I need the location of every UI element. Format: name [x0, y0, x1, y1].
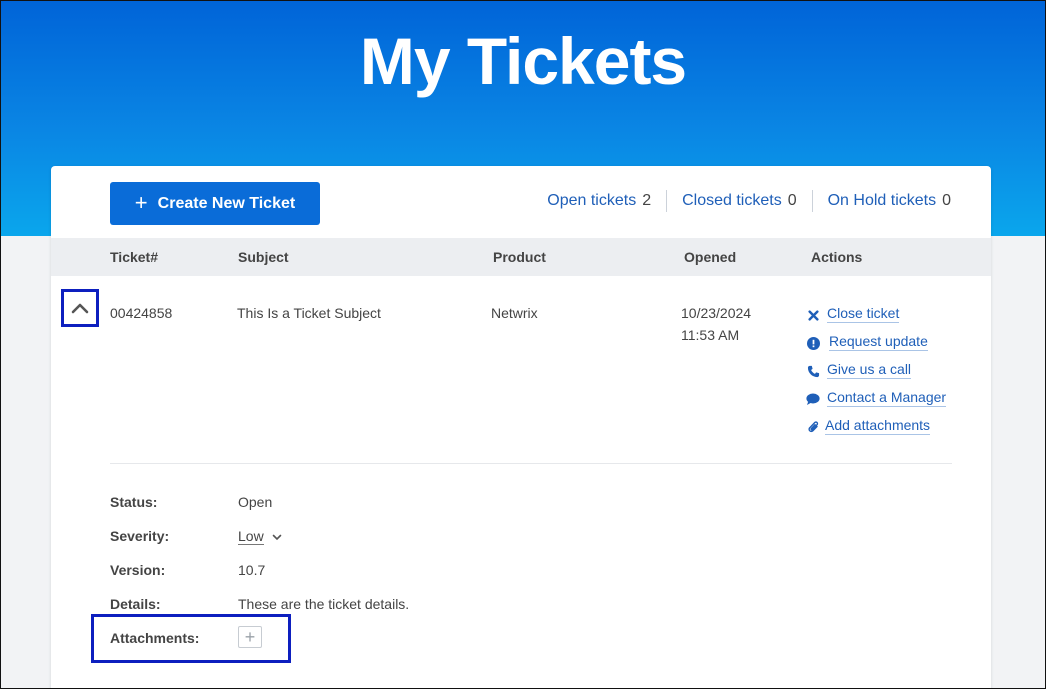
filter-divider: [811, 190, 813, 212]
ticket-actions: Close ticket Request update Give us a ca…: [806, 305, 947, 445]
filter-closed-tickets[interactable]: Closed tickets 0: [682, 192, 797, 210]
create-new-ticket-button[interactable]: + Create New Ticket: [110, 182, 320, 225]
on-hold-tickets-count: 0: [942, 192, 951, 209]
ticket-number: 00424858: [110, 305, 173, 321]
column-header-ticket: Ticket#: [110, 249, 158, 265]
details-value: These are the ticket details.: [238, 596, 410, 612]
alert-circle-icon: [806, 335, 820, 351]
column-header-subject: Subject: [238, 249, 289, 265]
phone-icon: [806, 363, 820, 379]
chevron-up-icon: [71, 303, 89, 314]
column-header-actions: Actions: [811, 249, 863, 265]
attachments-label: Attachments:: [110, 630, 200, 646]
details-divider: [110, 463, 952, 464]
ticket-opened-date: 10/23/2024: [681, 305, 752, 321]
ticket-product: Netwrix: [491, 305, 538, 321]
ticket-opened-time: 11:53 AM: [681, 327, 740, 343]
plus-icon: +: [244, 626, 256, 647]
close-ticket-link[interactable]: Close ticket: [806, 305, 946, 333]
chevron-down-icon: [272, 534, 281, 541]
ticket-filters: Open tickets 2 Closed tickets 0 On Hold ti…: [547, 190, 951, 212]
request-update-link[interactable]: Request update: [806, 333, 946, 361]
add-attachments-link[interactable]: Add attachments: [806, 417, 946, 445]
table-header: Ticket# Subject Product Opened Actions: [51, 238, 991, 276]
contact-a-manager-link[interactable]: Contact a Manager: [806, 389, 947, 417]
create-new-ticket-label: Create New Ticket: [157, 194, 296, 212]
status-label: Status:: [110, 494, 158, 510]
open-tickets-count: 2: [642, 192, 652, 209]
close-icon: [806, 307, 820, 323]
page-frame: My Tickets + Create New Ticket Open tick…: [0, 0, 1046, 689]
paperclip-icon: [806, 419, 820, 435]
column-header-product: Product: [493, 249, 546, 265]
version-label: Version:: [110, 562, 166, 578]
plus-icon: +: [134, 189, 148, 215]
severity-dropdown[interactable]: Low: [238, 528, 282, 545]
column-header-opened: Opened: [684, 249, 737, 265]
severity-value: Low: [238, 528, 264, 545]
ticket-subject: This Is a Ticket Subject: [237, 305, 381, 321]
filter-divider: [666, 190, 668, 212]
give-us-a-call-link[interactable]: Give us a call: [806, 361, 946, 389]
chat-bubble-icon: [806, 391, 820, 407]
severity-label: Severity:: [110, 528, 170, 544]
filter-on-hold-tickets[interactable]: On Hold tickets 0: [828, 192, 951, 210]
status-value: Open: [238, 494, 273, 510]
version-value: 10.7: [238, 562, 266, 578]
add-attachment-button[interactable]: +: [238, 626, 262, 648]
page-title: My Tickets: [359, 24, 687, 98]
collapse-row-button[interactable]: [61, 289, 99, 327]
details-label: Details:: [110, 596, 161, 612]
tickets-card: + Create New Ticket Open tickets 2 Closed…: [51, 166, 991, 688]
closed-tickets-count: 0: [787, 192, 797, 209]
filter-open-tickets[interactable]: Open tickets 2: [547, 192, 651, 210]
